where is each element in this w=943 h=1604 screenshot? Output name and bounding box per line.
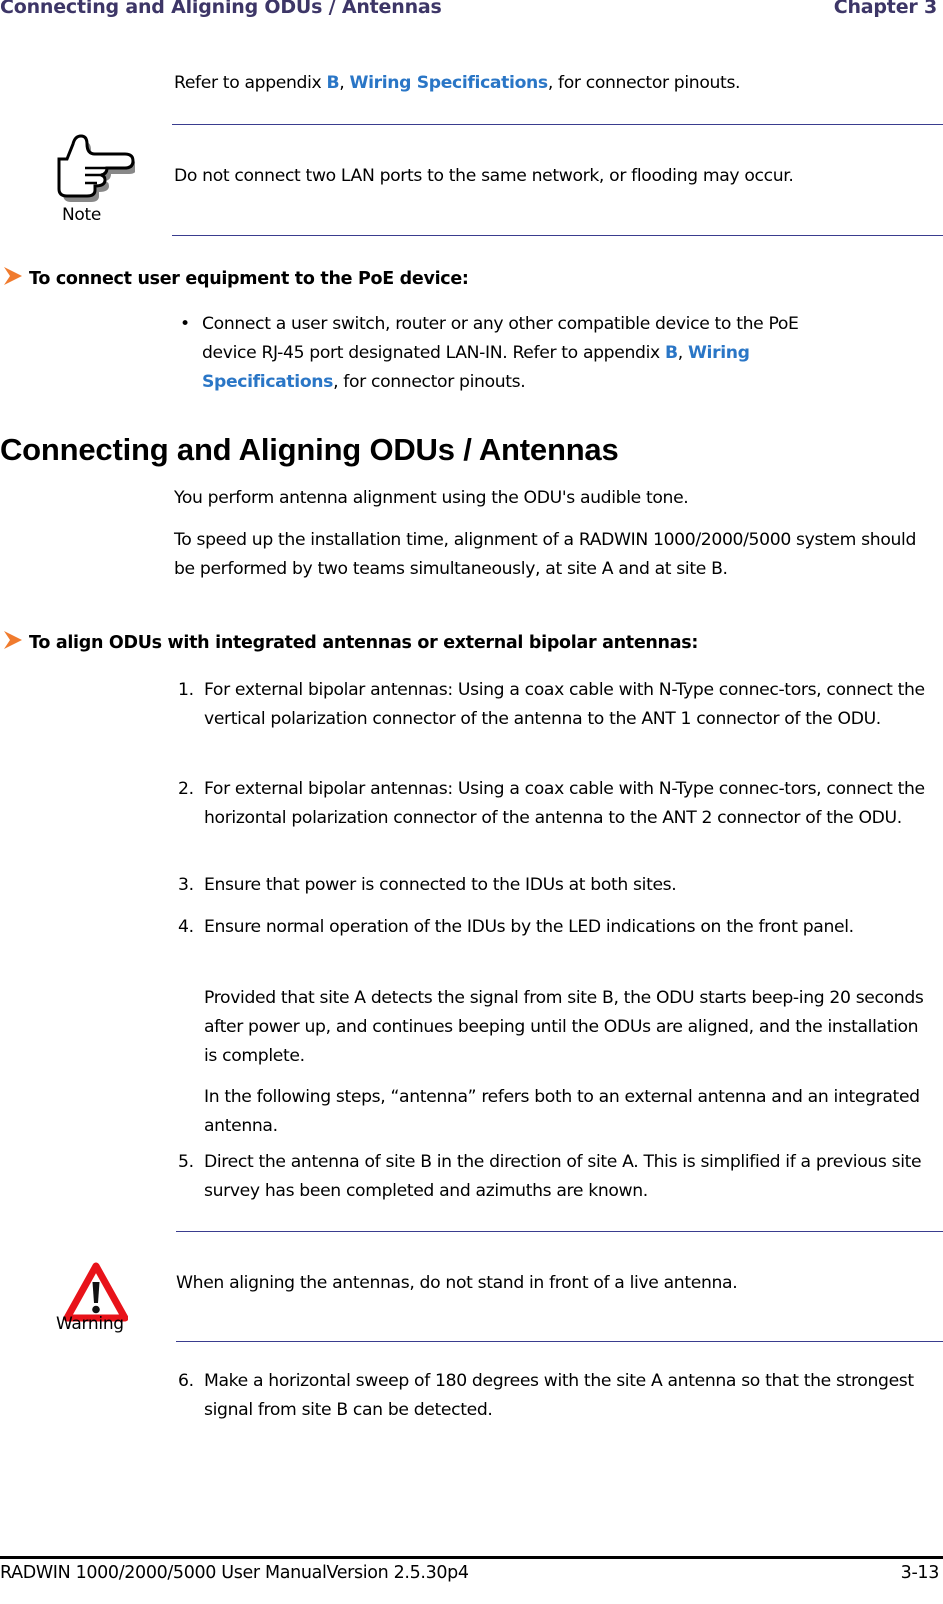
separator: , xyxy=(677,343,688,363)
step-3: 3. Ensure that power is connected to the… xyxy=(178,871,933,900)
poe-line-3-text: , for connector pinouts. xyxy=(333,372,526,392)
procedure-heading-align: To align ODUs with integrated antennas o… xyxy=(2,630,698,653)
step-4-note-1: Provided that site A detects the signal … xyxy=(204,988,924,1066)
poe-line-2-text: device RJ-45 port designated LAN-IN. Ref… xyxy=(202,343,665,363)
intro-paragraph: Refer to appendix B, Wiring Specificatio… xyxy=(174,69,741,98)
warning-bottom-rule xyxy=(176,1341,943,1342)
step-number: 5. xyxy=(178,1152,194,1172)
wiring-specifications-link-2a[interactable]: Wiring xyxy=(688,343,750,363)
step-text: Direct the antenna of site B in the dire… xyxy=(204,1152,922,1201)
running-header-section: Connecting and Aligning ODUs / Antennas xyxy=(0,0,442,18)
intro-text-end: , for connector pinouts. xyxy=(547,73,741,93)
step-number: 6. xyxy=(178,1371,194,1391)
appendix-b-link[interactable]: B xyxy=(326,73,339,93)
step-2: 2. For external bipolar antennas: Using … xyxy=(178,775,933,833)
wiring-specifications-link-2b[interactable]: Specifications xyxy=(202,372,333,392)
footer-manual-version: RADWIN 1000/2000/5000 User ManualVersion… xyxy=(0,1563,469,1583)
section-paragraph-1: You perform antenna alignment using the … xyxy=(174,488,689,508)
poe-line-3: Specifications, for connector pinouts. xyxy=(202,368,526,397)
procedure-arrow-icon xyxy=(4,267,22,285)
pointing-hand-icon xyxy=(55,133,137,205)
appendix-b-link-2[interactable]: B xyxy=(665,343,678,363)
note-bottom-rule xyxy=(172,235,943,236)
wiring-specifications-link[interactable]: Wiring Specifications xyxy=(349,73,548,93)
note-label: Note xyxy=(62,205,102,225)
step-5: 5. Direct the antenna of site B in the d… xyxy=(178,1148,933,1206)
warning-label: Warning xyxy=(56,1314,124,1334)
step-4: 4. Ensure normal operation of the IDUs b… xyxy=(178,913,933,942)
step-number: 4. xyxy=(178,917,194,937)
step-4-note-2: In the following steps, “antenna” refers… xyxy=(204,1087,920,1136)
step-text: Make a horizontal sweep of 180 degrees w… xyxy=(204,1371,914,1420)
step-1: 1. For external bipolar antennas: Using … xyxy=(178,676,933,734)
section-paragraph-2: To speed up the installation time, align… xyxy=(174,530,917,579)
warning-text: When aligning the antennas, do not stand… xyxy=(176,1273,738,1293)
note-top-rule xyxy=(172,124,943,125)
procedure-arrow-icon xyxy=(4,631,22,649)
procedure-heading-text: To connect user equipment to the PoE dev… xyxy=(29,269,469,289)
step-6: 6. Make a horizontal sweep of 180 degree… xyxy=(178,1367,933,1425)
step-number: 1. xyxy=(178,680,194,700)
poe-line-2: device RJ-45 port designated LAN-IN. Ref… xyxy=(202,339,750,368)
step-text: Ensure normal operation of the IDUs by t… xyxy=(204,917,854,937)
intro-text: Refer to appendix xyxy=(174,73,327,93)
step-number: 3. xyxy=(178,875,194,895)
footer-page-number: 3-13 xyxy=(900,1563,940,1583)
section-title: Connecting and Aligning ODUs / Antennas xyxy=(0,432,619,467)
poe-bullet: • xyxy=(180,314,190,334)
warning-top-rule xyxy=(176,1231,943,1232)
poe-line-1-text: Connect a user switch, router or any oth… xyxy=(202,314,799,334)
separator: , xyxy=(339,73,350,93)
step-number: 2. xyxy=(178,779,194,799)
procedure-heading-text: To align ODUs with integrated antennas o… xyxy=(29,633,699,653)
warning-triangle-icon xyxy=(63,1262,129,1322)
footer-rule xyxy=(0,1556,943,1559)
running-header-chapter: Chapter 3 xyxy=(833,0,937,18)
step-text: For external bipolar antennas: Using a c… xyxy=(204,779,925,828)
step-text: For external bipolar antennas: Using a c… xyxy=(204,680,925,729)
procedure-heading-poe: To connect user equipment to the PoE dev… xyxy=(2,266,469,289)
note-text: Do not connect two LAN ports to the same… xyxy=(174,166,794,186)
step-text: Ensure that power is connected to the ID… xyxy=(204,875,677,895)
